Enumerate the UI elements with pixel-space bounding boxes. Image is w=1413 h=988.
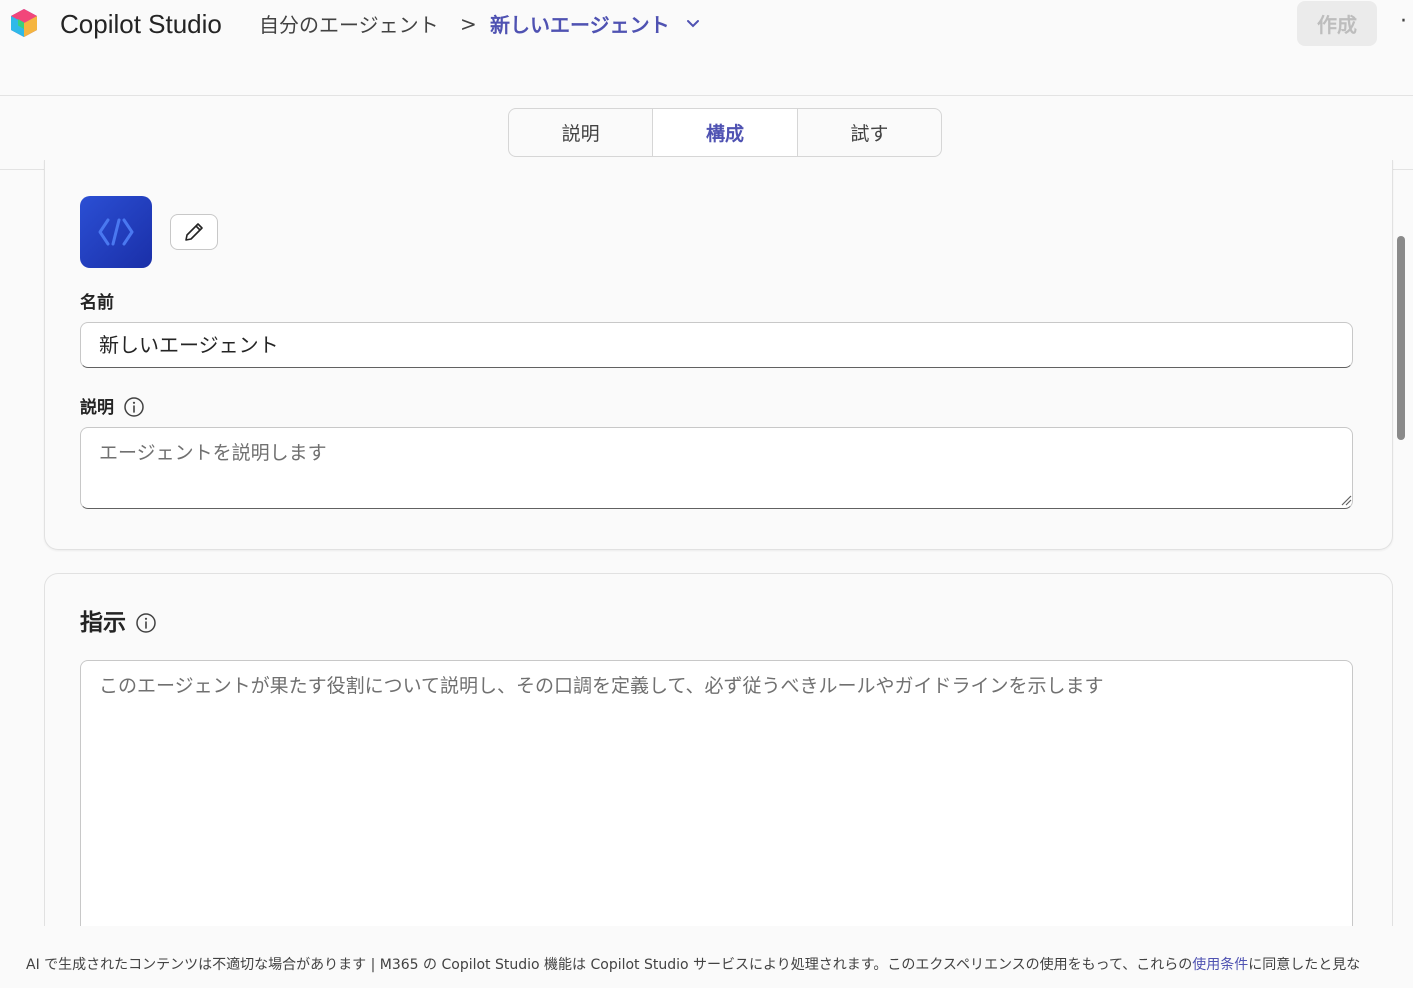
- footer-disclaimer: AI で生成されたコンテンツは不適切な場合があります | M365 の Copi…: [26, 955, 1360, 975]
- description-label: 説明: [80, 398, 114, 418]
- breadcrumb-current-agent[interactable]: 新しいエージェント: [490, 11, 670, 39]
- name-field[interactable]: 新しいエージェント: [80, 322, 1353, 368]
- tab-test[interactable]: 試す: [798, 109, 941, 156]
- footer-text-before: AI で生成されたコンテンツは不適切な場合があります | M365 の Copi…: [26, 957, 1193, 973]
- app-title: Copilot Studio: [60, 9, 222, 39]
- more-options-button[interactable]: ·: [1400, 8, 1407, 36]
- agent-code-icon: [98, 218, 134, 246]
- pencil-icon: [185, 223, 203, 241]
- instructions-title: 指示: [80, 610, 126, 636]
- create-button[interactable]: 作成: [1297, 1, 1377, 46]
- tab-configure[interactable]: 構成: [653, 109, 798, 156]
- view-tabs: 説明 構成 試す: [508, 108, 942, 157]
- instructions-field[interactable]: このエージェントが果たす役割について説明し、その口調を定義して、必ず従うべきルー…: [80, 660, 1353, 940]
- copilot-studio-logo[interactable]: [8, 7, 40, 39]
- agent-icon: [80, 196, 152, 268]
- footer-text-after: に同意したと見な: [1248, 957, 1361, 973]
- name-label: 名前: [80, 293, 114, 313]
- scrollbar-thumb[interactable]: [1397, 236, 1405, 440]
- chevron-down-icon[interactable]: [684, 14, 702, 32]
- top-bar: Copilot Studio 自分のエージェント > 新しいエージェント 作成 …: [0, 0, 1413, 96]
- breadcrumb-separator: >: [460, 12, 477, 36]
- tab-description[interactable]: 説明: [509, 109, 654, 156]
- edit-icon-button[interactable]: [170, 214, 218, 250]
- info-icon[interactable]: [135, 612, 157, 634]
- terms-of-use-link[interactable]: 使用条件: [1192, 957, 1248, 973]
- description-field[interactable]: エージェントを説明します: [80, 427, 1353, 509]
- info-icon[interactable]: [123, 396, 145, 418]
- resize-grip-icon[interactable]: [1340, 494, 1352, 506]
- breadcrumb-my-agents[interactable]: 自分のエージェント: [259, 11, 439, 39]
